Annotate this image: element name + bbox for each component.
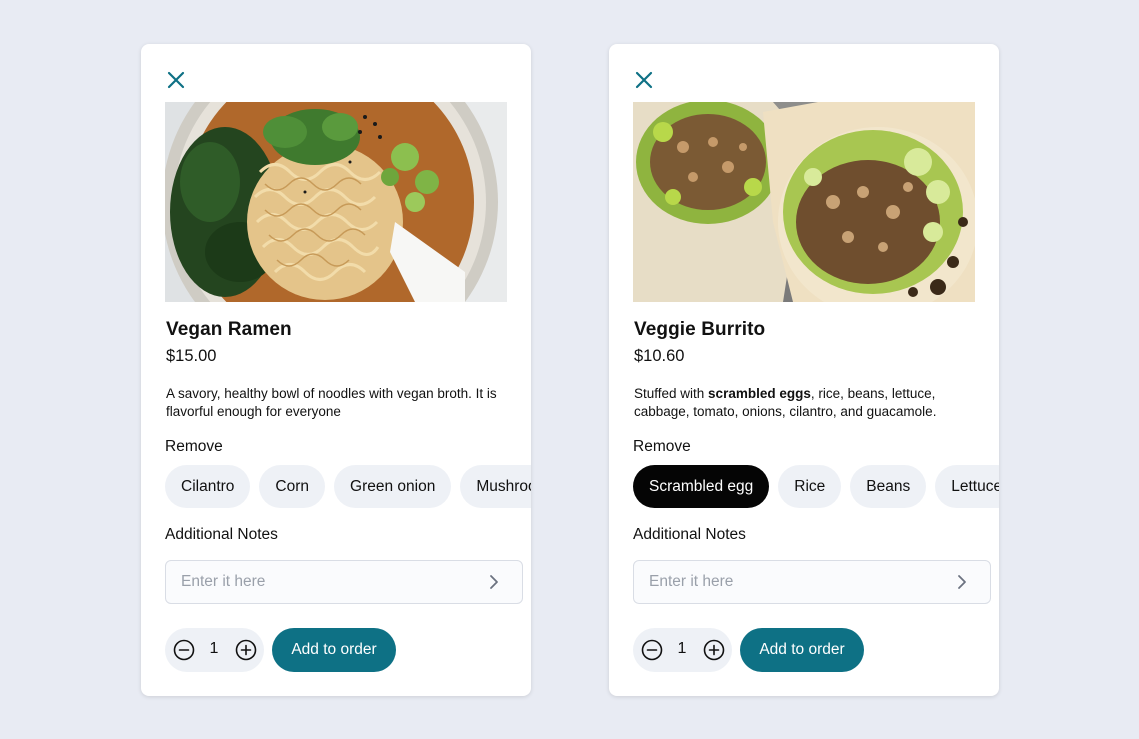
remove-chip-mushrooms[interactable]: Mushrooms xyxy=(460,465,531,508)
close-icon[interactable] xyxy=(165,69,187,91)
close-icon[interactable] xyxy=(633,69,655,91)
quantity-stepper: 1 xyxy=(633,628,732,672)
add-to-order-button[interactable]: Add to order xyxy=(272,628,396,672)
product-description: A savory, healthy bowl of noodles with v… xyxy=(166,386,497,419)
remove-chip-list: Scrambled egg Rice Beans Lettuce xyxy=(633,465,999,508)
remove-chip-beans[interactable]: Beans xyxy=(850,465,927,508)
product-image-burrito xyxy=(633,102,975,302)
additional-notes-label: Additional Notes xyxy=(165,526,278,543)
remove-chip-lettuce[interactable]: Lettuce xyxy=(935,465,999,508)
additional-notes-label: Additional Notes xyxy=(633,526,746,543)
remove-label: Remove xyxy=(633,438,691,455)
quantity-value: 1 xyxy=(209,640,219,657)
additional-notes-input[interactable] xyxy=(166,561,476,603)
product-price: $15.00 xyxy=(166,347,217,365)
add-to-order-button[interactable]: Add to order xyxy=(740,628,864,672)
additional-notes-input[interactable] xyxy=(634,561,944,603)
additional-notes-field xyxy=(633,560,991,604)
remove-chip-corn[interactable]: Corn xyxy=(259,465,326,508)
minus-circle-icon[interactable] xyxy=(173,639,195,661)
additional-notes-field xyxy=(165,560,523,604)
remove-chip-list: Cilantro Corn Green onion Mushrooms xyxy=(165,465,531,508)
plus-circle-icon[interactable] xyxy=(703,639,725,661)
remove-chip-green-onion[interactable]: Green onion xyxy=(334,465,452,508)
minus-circle-icon[interactable] xyxy=(641,639,663,661)
description-text: Stuffed with xyxy=(634,386,709,401)
product-price: $10.60 xyxy=(634,347,685,365)
remove-chip-rice[interactable]: Rice xyxy=(778,465,842,508)
quantity-stepper: 1 xyxy=(165,628,264,672)
description-highlight: scrambled eggs xyxy=(708,386,811,401)
remove-chip-cilantro[interactable]: Cilantro xyxy=(165,465,251,508)
product-title: Vegan Ramen xyxy=(166,319,292,340)
chevron-right-icon[interactable] xyxy=(486,574,502,590)
product-card-vegan-ramen: Vegan Ramen $15.00 A savory, healthy bow… xyxy=(141,44,531,696)
product-card-veggie-burrito: Veggie Burrito $10.60 Stuffed with scram… xyxy=(609,44,999,696)
product-description: Stuffed with scrambled eggs, rice, beans… xyxy=(634,385,984,421)
remove-label: Remove xyxy=(165,438,223,455)
chevron-right-icon[interactable] xyxy=(954,574,970,590)
plus-circle-icon[interactable] xyxy=(235,639,257,661)
quantity-value: 1 xyxy=(677,640,687,657)
product-title: Veggie Burrito xyxy=(634,319,766,340)
remove-chip-scrambled-egg[interactable]: Scrambled egg xyxy=(633,465,770,508)
product-image-ramen xyxy=(165,102,507,302)
